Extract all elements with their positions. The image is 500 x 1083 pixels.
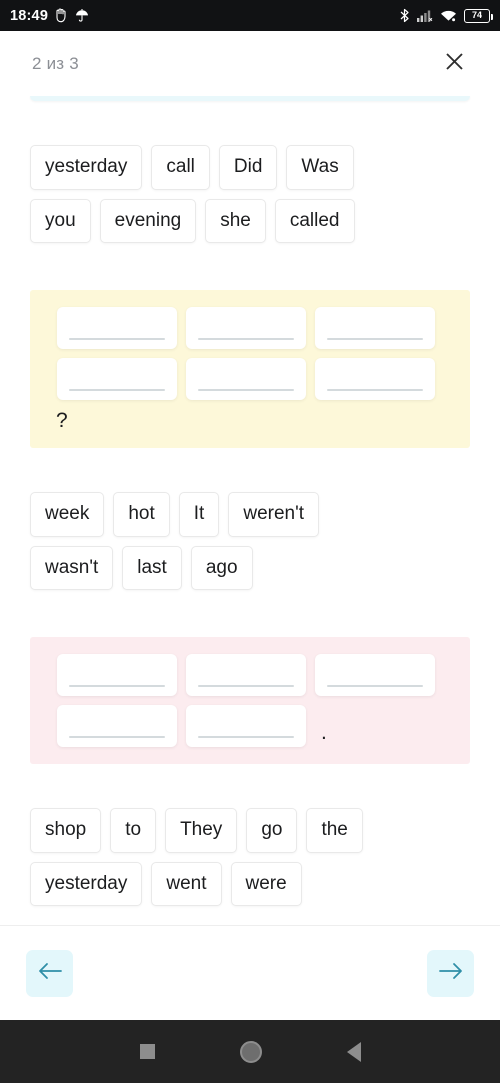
word-chip[interactable]: to xyxy=(110,808,157,853)
slot-underline xyxy=(69,685,165,688)
answer-punctuation: . xyxy=(321,721,327,745)
answer-slot[interactable] xyxy=(315,358,435,401)
back-button[interactable] xyxy=(346,1041,361,1062)
exercise-scroll-area[interactable]: yesterday call Did Was you evening she c… xyxy=(0,96,500,925)
word-chip[interactable]: hot xyxy=(113,492,170,537)
word-chip[interactable]: evening xyxy=(99,198,197,244)
answer-slot-row xyxy=(57,307,470,350)
do-not-disturb-icon xyxy=(55,8,68,23)
answer-punctuation: ? xyxy=(56,409,68,433)
word-bank-row: shop to They go the xyxy=(30,808,470,853)
answer-slot[interactable] xyxy=(57,307,177,350)
word-bank-row: yesterday call Did Was xyxy=(30,145,470,190)
answer-slot[interactable] xyxy=(186,654,306,697)
status-bar-left: 18:49 xyxy=(10,8,89,24)
word-chip[interactable]: she xyxy=(205,198,266,244)
bluetooth-icon xyxy=(399,8,410,23)
word-chip[interactable]: were xyxy=(230,861,302,907)
slot-underline xyxy=(198,338,294,341)
previous-button[interactable] xyxy=(26,949,73,997)
recents-button[interactable] xyxy=(139,1044,155,1059)
word-bank-row: week hot It weren't xyxy=(30,492,470,537)
arrow-right-icon xyxy=(438,961,464,986)
answer-slot[interactable] xyxy=(315,307,435,350)
next-button[interactable] xyxy=(427,949,474,997)
word-bank-1: yesterday call Did Was you evening she c… xyxy=(0,145,500,244)
slot-underline xyxy=(327,389,423,392)
word-chip[interactable]: It xyxy=(178,492,220,537)
slot-underline xyxy=(327,338,423,341)
umbrella-icon xyxy=(75,8,89,23)
slot-underline xyxy=(69,338,165,341)
word-chip[interactable]: you xyxy=(30,198,91,244)
word-chip[interactable]: ago xyxy=(190,545,253,591)
word-chip[interactable]: Did xyxy=(218,145,278,190)
word-bank-2: week hot It weren't wasn't last ago xyxy=(0,492,500,591)
word-chip[interactable]: the xyxy=(306,808,363,853)
word-chip[interactable]: yesterday xyxy=(30,145,143,190)
slot-underline xyxy=(69,389,165,392)
answer-slot[interactable] xyxy=(186,307,306,350)
word-chip[interactable]: They xyxy=(165,808,238,853)
slot-underline xyxy=(69,736,165,739)
close-button[interactable] xyxy=(436,46,472,82)
battery-level: 74 xyxy=(471,10,482,20)
home-button[interactable] xyxy=(239,1040,262,1063)
slot-underline xyxy=(327,685,423,688)
app-header: 2 из 3 xyxy=(0,31,500,96)
word-chip[interactable]: yesterday xyxy=(30,861,143,907)
exercise-navigation-bar xyxy=(0,925,500,1020)
answer-card-2[interactable]: . xyxy=(30,637,470,765)
answer-slot[interactable] xyxy=(57,358,177,401)
word-bank-row: you evening she called xyxy=(30,198,470,244)
word-bank-row: wasn't last ago xyxy=(30,545,470,591)
answer-slot[interactable] xyxy=(186,358,306,401)
status-bar-right: 74 xyxy=(399,8,493,23)
word-bank-3: shop to They go the yesterday went were xyxy=(0,808,500,907)
close-icon xyxy=(444,51,465,77)
answer-card-1[interactable]: ? xyxy=(30,290,470,449)
answer-slot-row xyxy=(57,358,470,401)
word-chip[interactable]: called xyxy=(274,198,355,244)
word-chip[interactable]: last xyxy=(122,545,182,591)
word-chip[interactable]: shop xyxy=(30,808,102,853)
slot-underline xyxy=(198,736,294,739)
word-chip[interactable]: went xyxy=(151,861,222,907)
wifi-icon xyxy=(440,9,457,23)
page-title: 2 из 3 xyxy=(32,53,79,73)
word-chip[interactable]: wasn't xyxy=(30,545,114,591)
word-chip[interactable]: week xyxy=(30,492,105,537)
battery-icon: 74 xyxy=(464,8,493,23)
cellular-signal-icon xyxy=(417,9,433,23)
word-chip[interactable]: go xyxy=(246,808,298,853)
answer-slot[interactable] xyxy=(186,705,306,748)
word-bank-row: yesterday went were xyxy=(30,861,470,907)
answer-slot[interactable] xyxy=(315,654,435,697)
word-chip[interactable]: Was xyxy=(286,145,354,190)
status-clock: 18:49 xyxy=(10,7,49,24)
arrow-left-icon xyxy=(37,961,63,986)
answer-slot-row xyxy=(57,654,470,697)
word-chip[interactable]: weren't xyxy=(228,492,319,537)
word-chip[interactable]: call xyxy=(151,145,210,190)
slot-underline xyxy=(198,685,294,688)
status-bar: 18:49 74 xyxy=(0,0,500,31)
android-navigation-bar xyxy=(0,1020,500,1083)
slot-underline xyxy=(198,389,294,392)
answer-slot[interactable] xyxy=(57,654,177,697)
answer-slot-row: . xyxy=(57,705,470,748)
answer-slot[interactable] xyxy=(57,705,177,748)
